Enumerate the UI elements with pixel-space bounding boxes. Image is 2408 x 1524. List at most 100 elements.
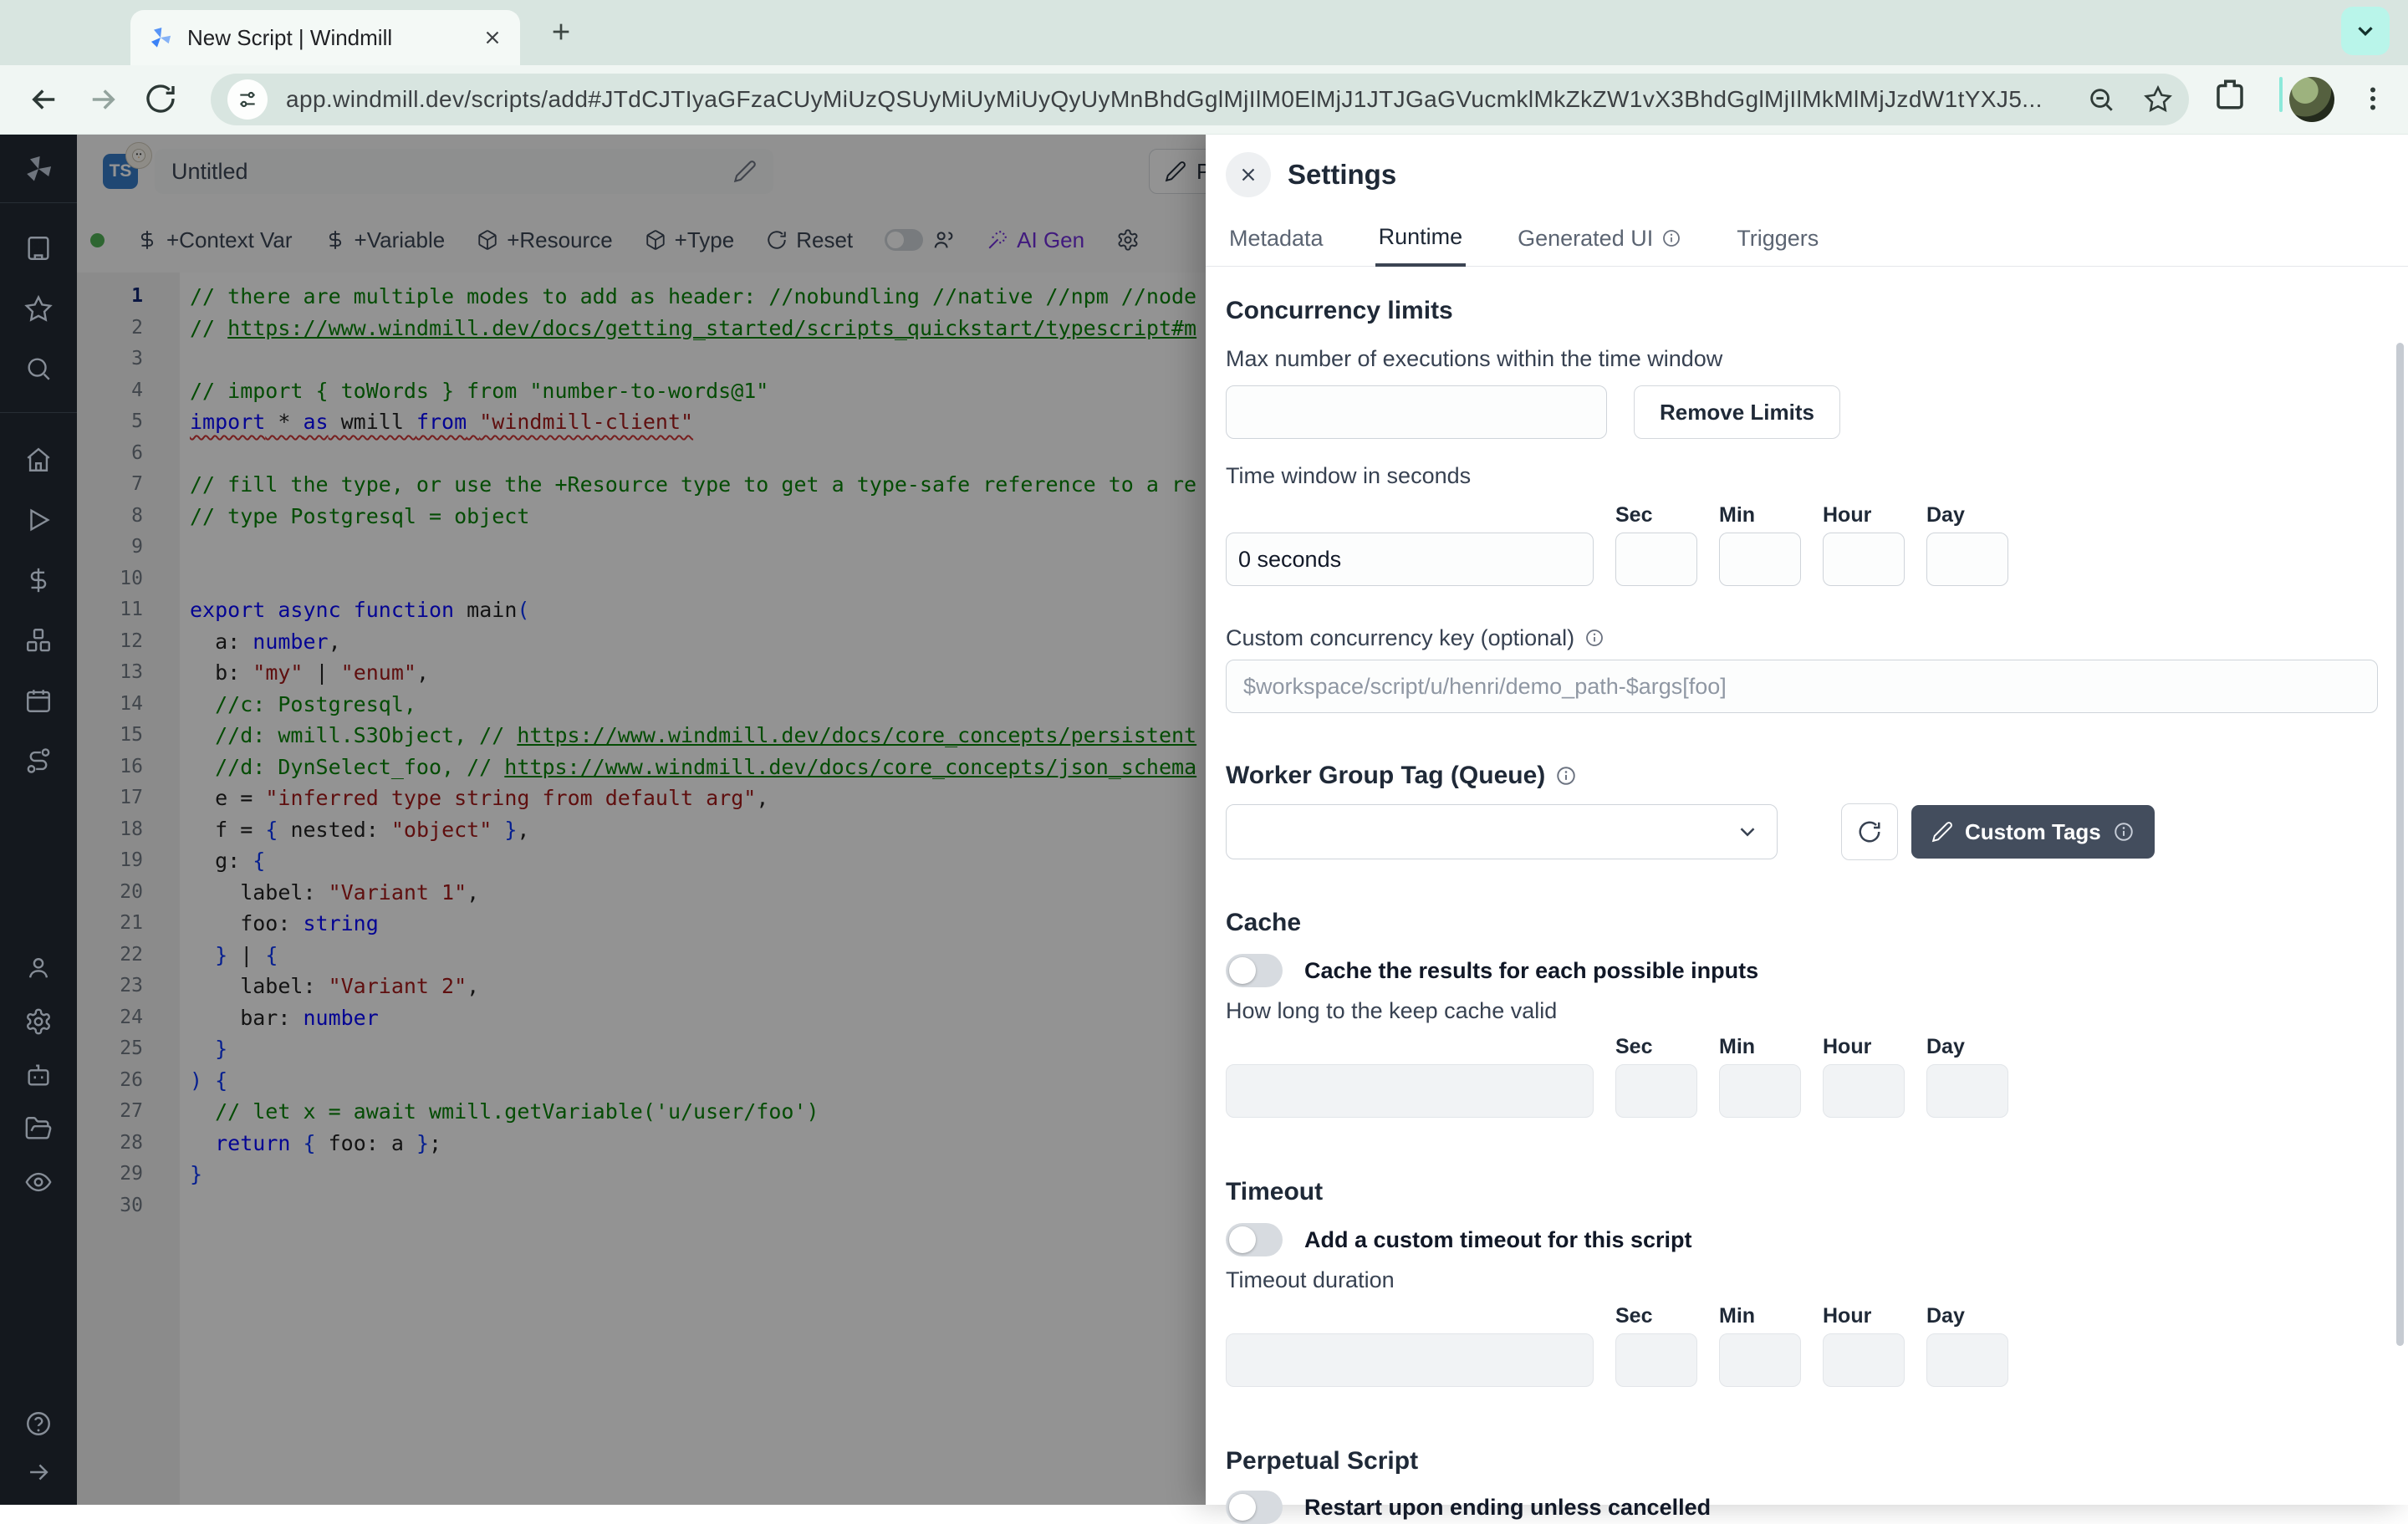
tab-generated-ui-label: Generated UI xyxy=(1518,226,1653,252)
max-executions-label: Max number of executions within the time… xyxy=(1226,345,2378,372)
info-icon xyxy=(2113,821,2135,843)
sidebar-item-folders[interactable] xyxy=(0,1102,77,1155)
tab-metadata[interactable]: Metadata xyxy=(1226,212,1327,266)
tab-strip: New Script | Windmill xyxy=(0,0,2408,65)
sidebar-item-audit-logs[interactable] xyxy=(0,1155,77,1209)
timeout-duration-label: Timeout duration xyxy=(1226,1267,2378,1293)
sidebar-item-help[interactable] xyxy=(0,1399,77,1448)
drawer-scrollbar[interactable] xyxy=(2396,343,2404,1346)
cache-toggle-label: Cache the results for each possible inpu… xyxy=(1304,958,1758,984)
sidebar-item-schedules[interactable] xyxy=(0,670,77,731)
url-bar[interactable]: app.windmill.dev/scripts/add#JTdCJTIyaGF… xyxy=(211,74,2189,125)
sidebar-item-variables[interactable] xyxy=(0,550,77,610)
timeout-min-input[interactable] xyxy=(1719,1333,1801,1387)
sidebar-item-settings[interactable] xyxy=(0,995,77,1048)
browser-menu-icon[interactable] xyxy=(2358,84,2388,114)
browser-tab[interactable]: New Script | Windmill xyxy=(130,10,520,65)
remove-limits-button[interactable]: Remove Limits xyxy=(1634,385,1840,439)
users-icon xyxy=(24,954,53,982)
timeout-heading: Timeout xyxy=(1226,1176,2378,1208)
sec-label: Sec xyxy=(1615,1304,1697,1328)
reload-icon[interactable] xyxy=(144,82,179,117)
hour-label: Hour xyxy=(1823,1035,1905,1059)
settings-tabs: Metadata Runtime Generated UI Triggers xyxy=(1206,212,2408,267)
app-sidebar xyxy=(0,134,77,1505)
time-window-row xyxy=(1226,533,2378,586)
sidebar-item-favorites[interactable] xyxy=(0,278,77,339)
cache-toggle[interactable] xyxy=(1226,954,1283,987)
resources-icon xyxy=(24,626,53,655)
sidebar-footer xyxy=(0,1399,77,1505)
site-settings-icon[interactable] xyxy=(227,79,268,120)
favorites-icon xyxy=(24,294,53,323)
settings-title: Settings xyxy=(1288,159,1396,191)
extensions-icon[interactable] xyxy=(2212,77,2247,112)
tab-generated-ui[interactable]: Generated UI xyxy=(1514,212,1685,266)
time-window-input[interactable] xyxy=(1226,533,1594,586)
timeout-duration-input[interactable] xyxy=(1226,1333,1594,1387)
timeout-toggle-label: Add a custom timeout for this script xyxy=(1304,1227,1692,1253)
perpetual-toggle[interactable] xyxy=(1226,1491,1283,1524)
worker-group-select[interactable] xyxy=(1226,804,1778,859)
flows-icon xyxy=(24,747,53,775)
new-tab-button[interactable] xyxy=(548,18,574,45)
day-label: Day xyxy=(1926,503,2008,528)
sidebar-item-search[interactable] xyxy=(0,339,77,399)
cache-min-input[interactable] xyxy=(1719,1064,1801,1118)
bookmark-star-icon[interactable] xyxy=(2144,85,2172,114)
forward-icon[interactable] xyxy=(85,82,120,117)
workspace-icon xyxy=(24,234,53,262)
sidebar-group-top xyxy=(0,218,77,399)
max-executions-input[interactable] xyxy=(1226,385,1607,439)
timeout-sec-input[interactable] xyxy=(1615,1333,1697,1387)
chevron-down-icon xyxy=(1735,819,1760,844)
drawer-backdrop[interactable] xyxy=(77,134,1206,1505)
cache-day-input[interactable] xyxy=(1926,1064,2008,1118)
refresh-tags-button[interactable] xyxy=(1841,803,1898,860)
sidebar-item-resources[interactable] xyxy=(0,610,77,670)
timeout-day-input[interactable] xyxy=(1926,1333,2008,1387)
tab-search-chevron-button[interactable] xyxy=(2341,7,2390,55)
time-window-day-input[interactable] xyxy=(1926,533,2008,586)
close-settings-button[interactable] xyxy=(1226,152,1271,197)
custom-concurrency-key-input[interactable] xyxy=(1226,660,2378,713)
timeout-toggle[interactable] xyxy=(1226,1223,1283,1256)
pencil-icon xyxy=(1931,821,1953,843)
min-label: Min xyxy=(1719,1035,1801,1059)
zoom-out-icon[interactable] xyxy=(2087,85,2115,114)
avatar[interactable] xyxy=(2289,77,2334,122)
sidebar-item-users[interactable] xyxy=(0,941,77,995)
browser-navbar: app.windmill.dev/scripts/add#JTdCJTIyaGF… xyxy=(0,65,2408,135)
sidebar-item-home[interactable] xyxy=(0,430,77,490)
time-window-sec-input[interactable] xyxy=(1615,533,1697,586)
schedules-icon xyxy=(24,686,53,715)
sidebar-item-workers[interactable] xyxy=(0,1048,77,1102)
duration-labels: Sec Min Hour Day xyxy=(1226,1303,2378,1328)
sidebar-item-workspace[interactable] xyxy=(0,218,77,278)
sidebar-item-expand[interactable] xyxy=(0,1448,77,1496)
cache-sec-input[interactable] xyxy=(1615,1064,1697,1118)
day-label: Day xyxy=(1926,1035,2008,1059)
info-icon xyxy=(1584,628,1604,648)
windmill-logo-icon[interactable] xyxy=(22,152,55,186)
url-text[interactable]: app.windmill.dev/scripts/add#JTdCJTIyaGF… xyxy=(286,86,2059,113)
concurrency-limits-heading: Concurrency limits xyxy=(1226,295,2378,327)
windmill-favicon xyxy=(147,24,174,51)
time-window-hour-input[interactable] xyxy=(1823,533,1905,586)
cache-duration-input[interactable] xyxy=(1226,1064,1594,1118)
variables-icon xyxy=(24,566,53,594)
hour-label: Hour xyxy=(1823,503,1905,528)
tab-runtime[interactable]: Runtime xyxy=(1375,212,1467,267)
timeout-hour-input[interactable] xyxy=(1823,1333,1905,1387)
sidebar-item-runs[interactable] xyxy=(0,490,77,550)
back-icon[interactable] xyxy=(27,82,62,117)
sidebar-group-middle xyxy=(0,430,77,791)
time-window-min-input[interactable] xyxy=(1719,533,1801,586)
cache-hour-input[interactable] xyxy=(1823,1064,1905,1118)
sidebar-item-flows[interactable] xyxy=(0,731,77,791)
tab-triggers[interactable]: Triggers xyxy=(1733,212,1822,266)
perpetual-script-heading: Perpetual Script xyxy=(1226,1445,2378,1477)
tab-title: New Script | Windmill xyxy=(187,25,473,51)
tab-close-icon[interactable] xyxy=(482,27,503,48)
custom-tags-button[interactable]: Custom Tags xyxy=(1911,805,2155,859)
